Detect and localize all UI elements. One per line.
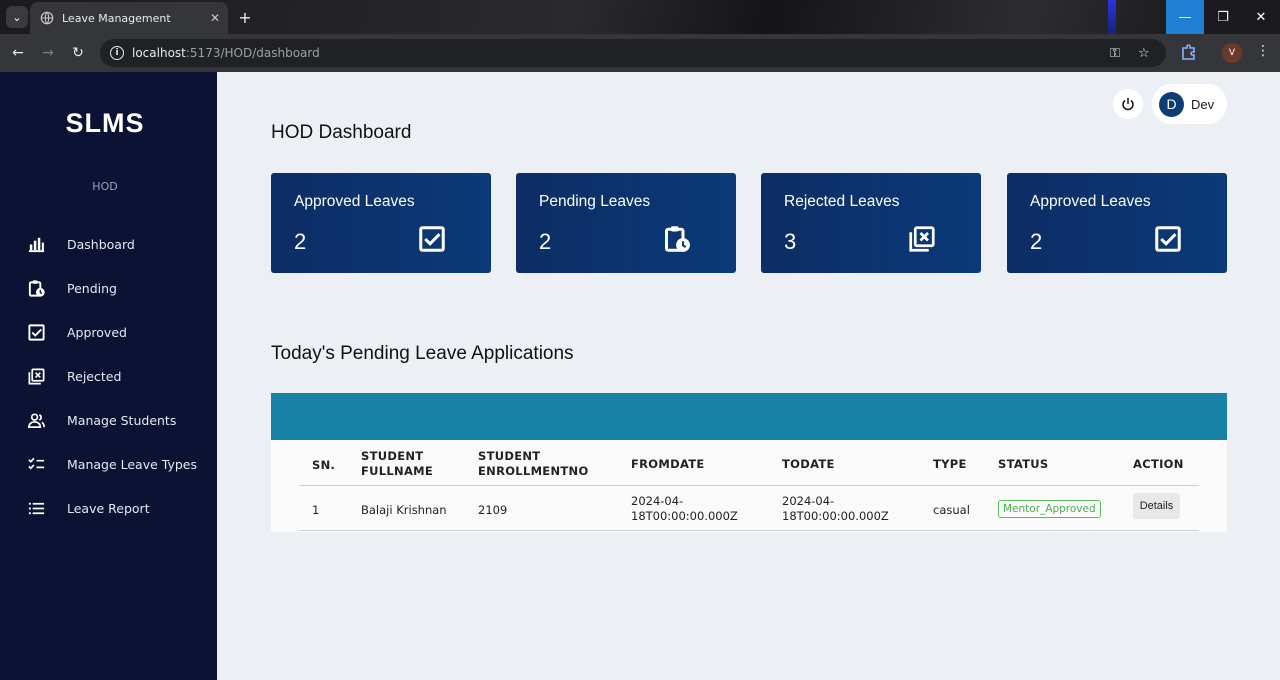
status-badge: Mentor_Approved [998, 500, 1101, 518]
sidebar-item-label: Dashboard [67, 236, 135, 252]
column-header-line: STUDENT [478, 449, 541, 463]
logout-button[interactable] [1113, 89, 1143, 119]
column-header-line: ENROLLMENTNO [478, 464, 589, 478]
sidebar-item-manage-students[interactable]: Manage Students [0, 405, 217, 435]
browser-toolbar: ← → ↻ i localhost:5173/HOD/dashboard ⚿ ☆… [0, 34, 1280, 72]
sidebar-item-approved[interactable]: Approved [0, 317, 217, 347]
library-x-icon [909, 226, 935, 252]
table-header-band [271, 393, 1227, 440]
library-x-icon [28, 368, 45, 384]
list-icon [28, 502, 45, 514]
cell-enrollment: 2109 [478, 503, 508, 517]
check-box-icon [1155, 226, 1181, 252]
sidebar-item-rejected[interactable]: Rejected [0, 361, 217, 391]
page-title: HOD Dashboard [271, 122, 412, 143]
clipboard-clock-icon [28, 279, 45, 297]
stat-card-rejected[interactable]: Rejected Leaves 3 [761, 173, 981, 273]
tab-close-icon[interactable]: ✕ [210, 11, 220, 25]
pending-leaves-table: SN. STUDENT FULLNAME STUDENT ENROLLMENTN… [271, 440, 1227, 532]
user-menu[interactable]: D Dev [1152, 84, 1227, 124]
window-minimize-button[interactable]: — [1166, 0, 1204, 34]
card-title: Approved Leaves [1030, 193, 1151, 210]
check-box-icon [419, 226, 445, 252]
address-bar[interactable]: i localhost:5173/HOD/dashboard ⚿ ☆ [100, 39, 1166, 67]
stat-card-approved-2[interactable]: Approved Leaves 2 [1007, 173, 1227, 273]
row-divider [299, 530, 1199, 531]
column-header-line: FULLNAME [361, 464, 434, 478]
tab-search-button[interactable]: ⌄ [6, 6, 28, 28]
sidebar-item-manage-leave-types[interactable]: Manage Leave Types [0, 449, 217, 479]
forward-button[interactable]: → [37, 42, 59, 64]
cell-sn: 1 [312, 503, 320, 517]
cell-fromdate: 2024-04- 18T00:00:00.000Z [631, 494, 738, 524]
new-tab-button[interactable]: + [234, 6, 256, 28]
user-name: Dev [1191, 96, 1215, 112]
sidebar-item-label: Leave Report [67, 500, 150, 516]
sidebar-item-label: Manage Leave Types [67, 456, 198, 472]
column-header-todate: TODATE [782, 457, 835, 471]
section-title: Today's Pending Leave Applications [271, 343, 574, 364]
profile-avatar[interactable]: V [1222, 43, 1242, 63]
cell-type: casual [933, 503, 970, 517]
card-value: 2 [1030, 229, 1043, 254]
card-value: 3 [784, 229, 797, 254]
sidebar-item-label: Pending [67, 280, 117, 296]
card-title: Pending Leaves [539, 193, 651, 210]
extensions-puzzle-icon[interactable] [1180, 43, 1198, 61]
column-header-fullname: STUDENT FULLNAME [361, 449, 433, 479]
column-header-fromdate: FROMDATE [631, 457, 705, 471]
column-header-action: ACTION [1133, 457, 1184, 471]
sidebar-item-pending[interactable]: Pending [0, 273, 217, 303]
sidebar: SLMS HOD Dashboard Pending Approved Reje… [0, 72, 217, 680]
column-header-sn: SN. [312, 458, 336, 472]
sidebar-item-label: Rejected [67, 368, 122, 384]
column-header-enrollment: STUDENT ENROLLMENTNO [478, 449, 589, 479]
column-header-line: STUDENT [361, 449, 424, 463]
globe-icon [40, 11, 54, 25]
people-icon [28, 412, 45, 428]
sidebar-item-label: Approved [67, 324, 127, 340]
cell-line: 18T00:00:00.000Z [631, 509, 738, 523]
bar-chart-icon [28, 237, 45, 252]
url-path: :5173/HOD/dashboard [185, 46, 320, 60]
browser-tab-strip: ⌄ Leave Management ✕ + — ❐ ✕ [0, 0, 1280, 34]
power-icon [1122, 98, 1134, 111]
reload-button[interactable]: ↻ [67, 42, 89, 64]
cell-line: 18T00:00:00.000Z [782, 509, 889, 523]
window-close-button[interactable]: ✕ [1242, 0, 1280, 34]
column-header-status: STATUS [998, 457, 1049, 471]
brand-logo: SLMS [65, 108, 145, 138]
site-info-icon[interactable]: i [110, 46, 124, 60]
sidebar-item-label: Manage Students [67, 412, 177, 428]
cell-todate: 2024-04- 18T00:00:00.000Z [782, 494, 889, 524]
sidebar-item-leave-report[interactable]: Leave Report [0, 493, 217, 523]
avatar: D [1159, 91, 1184, 117]
card-value: 2 [294, 229, 307, 254]
check-box-icon [28, 323, 45, 341]
sidebar-item-dashboard[interactable]: Dashboard [0, 229, 217, 259]
wallpaper-accent [1108, 0, 1116, 34]
password-key-icon[interactable]: ⚿ [1110, 39, 1120, 67]
user-role: HOD [92, 180, 118, 193]
card-title: Approved Leaves [294, 193, 415, 210]
stat-card-pending[interactable]: Pending Leaves 2 [516, 173, 736, 273]
back-button[interactable]: ← [7, 42, 29, 64]
details-button[interactable]: Details [1133, 493, 1180, 519]
stat-card-approved[interactable]: Approved Leaves 2 [271, 173, 491, 273]
clipboard-clock-icon [665, 226, 690, 252]
header-divider [299, 485, 1199, 486]
cell-fullname: Balaji Krishnan [361, 503, 447, 517]
card-title: Rejected Leaves [784, 193, 900, 210]
url-host: localhost [132, 46, 186, 60]
cell-line: 2024-04- [782, 494, 835, 508]
card-value: 2 [539, 229, 552, 254]
checklist-icon [28, 457, 45, 470]
column-header-type: TYPE [933, 457, 967, 471]
browser-tab[interactable]: Leave Management ✕ [30, 2, 228, 34]
window-restore-button[interactable]: ❐ [1204, 0, 1242, 34]
browser-menu-icon[interactable]: ⋮ [1256, 43, 1270, 59]
cell-line: 2024-04- [631, 494, 684, 508]
tab-title: Leave Management [62, 11, 171, 25]
bookmark-star-icon[interactable]: ☆ [1138, 39, 1150, 67]
